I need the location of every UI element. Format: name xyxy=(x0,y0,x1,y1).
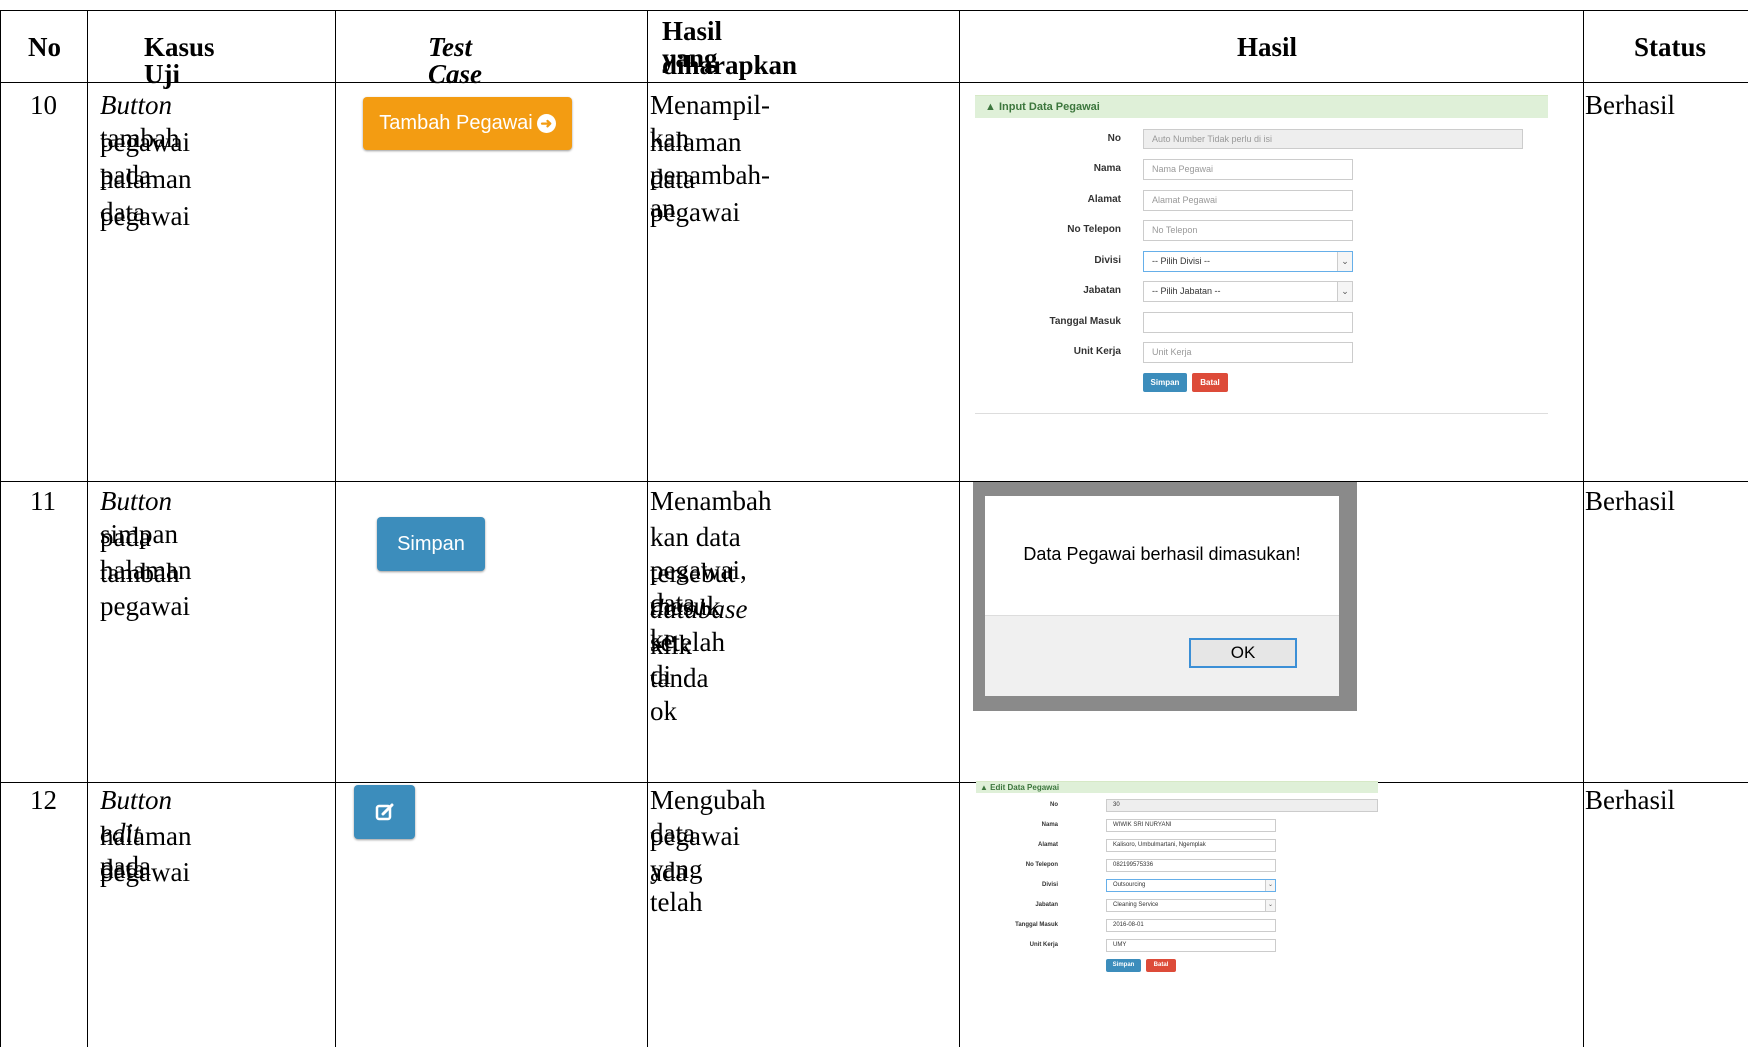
chevron-down-icon: ⌄ xyxy=(1265,880,1275,891)
table-border-left xyxy=(0,10,1,1047)
user-icon: ▲ xyxy=(985,101,996,113)
chevron-down-icon: ⌄ xyxy=(1265,900,1275,911)
unit-kerja-field[interactable]: Unit Kerja xyxy=(1143,342,1353,363)
header-kasus-uji: Kasus Uji xyxy=(144,32,215,89)
table-border-top xyxy=(0,10,1748,11)
no-field[interactable]: 30 xyxy=(1106,799,1378,812)
column-divider xyxy=(335,10,336,1047)
tambah-pegawai-button[interactable]: Tambah Pegawai ➜ xyxy=(363,97,572,150)
user-icon: ▲ xyxy=(980,783,988,792)
arrow-right-circle-icon: ➜ xyxy=(536,114,556,133)
chevron-down-icon: ⌄ xyxy=(1337,252,1352,271)
nama-field[interactable]: Nama Pegawai xyxy=(1143,159,1353,180)
header-hasil-diharapkan-2: diharapkan xyxy=(662,50,798,80)
batal-button[interactable]: Batal xyxy=(1192,373,1228,392)
row-divider xyxy=(0,82,1748,83)
header-status: Status xyxy=(1634,32,1707,62)
no-telepon-field[interactable]: 082199575336 xyxy=(1106,859,1276,872)
dialog-message: Data Pegawai berhasil dimasukan! xyxy=(1023,544,1301,564)
row-no: 10 xyxy=(30,90,57,120)
edit-icon xyxy=(375,803,393,821)
chevron-down-icon: ⌄ xyxy=(1337,282,1352,301)
input-data-pegawai-panel: ▲ Input Data Pegawai No Auto Number Tida… xyxy=(975,95,1548,414)
row-expected: data pegawai xyxy=(650,164,740,227)
jabatan-select[interactable]: Cleaning Service ⌄ xyxy=(1106,899,1276,912)
row-expected: klik tanda ok xyxy=(650,630,709,726)
row-no: 12 xyxy=(30,785,57,815)
batal-button[interactable]: Batal xyxy=(1146,959,1176,972)
panel-header: ▲ Input Data Pegawai xyxy=(975,95,1548,118)
simpan-button[interactable]: Simpan xyxy=(1143,373,1187,392)
tanggal-masuk-field[interactable]: 2016-08-01 xyxy=(1106,919,1276,932)
divisi-select[interactable]: Outsourcing ⌄ xyxy=(1106,879,1276,892)
jabatan-select[interactable]: -- Pilih Jabatan -- ⌄ xyxy=(1143,281,1353,302)
row-kasus-uji: pegawai xyxy=(100,857,190,887)
row-no: 11 xyxy=(30,486,56,516)
row-status: Berhasil xyxy=(1585,785,1675,815)
row-expected: Menambah xyxy=(650,486,772,516)
simpan-button[interactable]: Simpan xyxy=(1106,959,1141,972)
row-kasus-uji: pegawai xyxy=(100,201,190,231)
row-divider xyxy=(0,481,1748,482)
column-divider xyxy=(959,10,960,1047)
alamat-field[interactable]: Kalisoro, Umbulmartani, Ngemplak xyxy=(1106,839,1276,852)
unit-kerja-field[interactable]: UMY xyxy=(1106,939,1276,952)
no-telepon-field[interactable]: No Telepon xyxy=(1143,220,1353,241)
row-expected: ada xyxy=(650,857,688,887)
ok-button[interactable]: OK xyxy=(1189,638,1297,668)
header-test-case: Test Case xyxy=(428,32,482,89)
no-field[interactable]: Auto Number Tidak perlu di isi xyxy=(1143,129,1523,149)
row-status: Berhasil xyxy=(1585,90,1675,120)
divisi-select[interactable]: -- Pilih Divisi -- ⌄ xyxy=(1143,251,1353,272)
panel-header: ▲ Edit Data Pegawai xyxy=(976,781,1378,793)
column-divider xyxy=(647,10,648,1047)
row-divider xyxy=(0,782,1748,783)
tanggal-masuk-field[interactable] xyxy=(1143,312,1353,333)
success-dialog-overlay: Data Pegawai berhasil dimasukan! OK xyxy=(973,482,1357,711)
dialog-footer: OK xyxy=(985,615,1339,696)
header-no: No xyxy=(28,32,61,62)
alamat-field[interactable]: Alamat Pegawai xyxy=(1143,190,1353,211)
row-status: Berhasil xyxy=(1585,486,1675,516)
column-divider xyxy=(1583,10,1584,1047)
simpan-button[interactable]: Simpan xyxy=(377,517,485,571)
header-hasil: Hasil xyxy=(1237,32,1298,62)
row-kasus-uji: tambah pegawai xyxy=(100,558,190,621)
success-dialog: Data Pegawai berhasil dimasukan! OK xyxy=(985,496,1339,696)
edit-button[interactable] xyxy=(354,785,415,839)
nama-field[interactable]: WIWIK SRI NURYANI xyxy=(1106,819,1276,832)
column-divider xyxy=(87,10,88,1047)
edit-data-pegawai-panel: ▲ Edit Data Pegawai No 30 Nama WIWIK SRI… xyxy=(976,781,1378,981)
